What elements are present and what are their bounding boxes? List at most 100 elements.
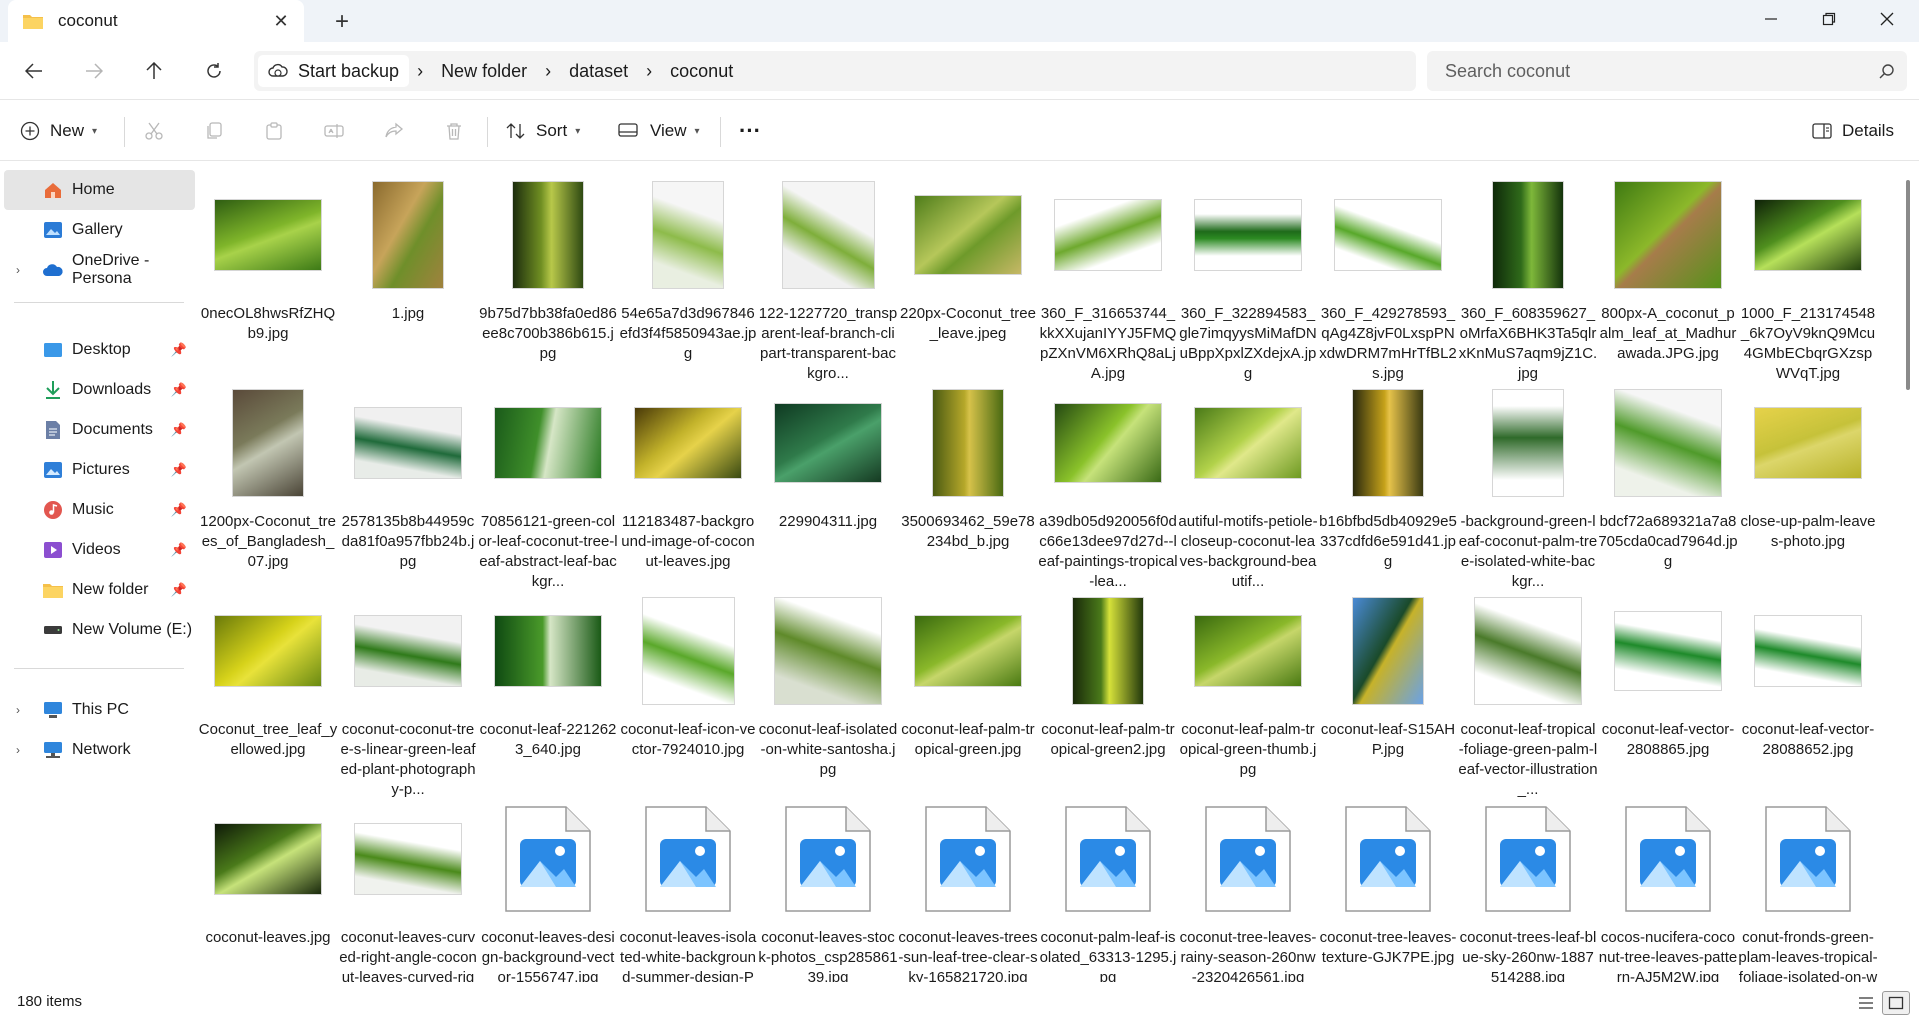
file-item[interactable]: Coconut_tree_leaf_yellowed.jpg [198,592,338,800]
view-button[interactable]: View ▾ [618,111,700,151]
file-item[interactable]: coconut-trees-leaf-blue-sky-260nw-188751… [1458,800,1598,982]
sidebar-item-music[interactable]: Music 📌 [4,490,195,530]
file-item[interactable]: coconut-leaf-vector-2808865.jpg [1598,592,1738,800]
file-item[interactable]: 1.jpg [338,176,478,384]
file-item[interactable]: 360_F_608359627_oMrfaX6BHK3Ta5qlrxKnMuS7… [1458,176,1598,384]
file-item[interactable]: -background-green-leaf-coconut-palm-tree… [1458,384,1598,592]
copy-button[interactable] [194,111,234,151]
pin-icon[interactable]: 📌 [171,462,187,478]
refresh-button[interactable] [194,52,234,90]
file-item[interactable]: coconut-leaf-palm-tropical-green-thumb.j… [1178,592,1318,800]
file-item[interactable]: 1200px-Coconut_trees_of_Bangladesh_07.jp… [198,384,338,592]
file-item[interactable]: 229904311.jpg [758,384,898,592]
pin-icon[interactable]: 📌 [171,502,187,518]
sidebar-item-network[interactable]: › Network [4,730,195,770]
file-item[interactable]: 1000_F_213174548_6k7OyV9knQ9Mcu4GMbECbqr… [1738,176,1878,384]
file-item[interactable]: coconut-tree-leaves-texture-GJK7PE.jpg [1318,800,1458,982]
file-item[interactable]: 2578135b8b44959cda81f0a957fbb24b.jpg [338,384,478,592]
details-view-button[interactable] [1852,991,1880,1015]
file-item[interactable]: coconut-leaf-icon-vector-7924010.jpg [618,592,758,800]
chevron-right-icon[interactable]: › [16,263,20,277]
minimize-button[interactable] [1742,0,1800,38]
file-item[interactable]: 54e65a7d3d967846efd3f4f5850943ae.jpg [618,176,758,384]
sidebar-item-pictures[interactable]: Pictures 📌 [4,450,195,490]
file-item[interactable]: 9b75d7bb38fa0ed86ee8c700b386b615.jpg [478,176,618,384]
file-item[interactable]: autiful-motifs-petiole-closeup-coconut-l… [1178,384,1318,592]
breadcrumb-chevron-icon[interactable]: › [537,61,559,82]
rename-button[interactable] [314,111,354,151]
file-item[interactable]: coconut-leaves-stock-photos_csp28586139.… [758,800,898,982]
file-item[interactable]: 220px-Coconut_tree_leave.jpeg [898,176,1038,384]
sidebar-item-desktop[interactable]: Desktop 📌 [4,330,195,370]
tab-coconut[interactable]: coconut ✕ [8,0,304,42]
file-item[interactable]: coconut-leaf-tropical-foliage-green-palm… [1458,592,1598,800]
vertical-scrollbar[interactable] [1906,180,1910,390]
breadcrumb-new-folder[interactable]: New folder [431,61,537,82]
file-item[interactable]: 70856121-green-color-leaf-coconut-tree-l… [478,384,618,592]
sidebar-item-gallery[interactable]: Gallery [4,210,195,250]
restore-button[interactable] [1800,0,1858,38]
file-item[interactable]: coconut-leaf-S15AHP.jpg [1318,592,1458,800]
address-bar[interactable]: Start backup › New folder › dataset › co… [254,51,1416,91]
pin-icon[interactable]: 📌 [171,582,187,598]
file-item[interactable]: coconut-palm-leaf-isolated_63313-1295.jp… [1038,800,1178,982]
file-item[interactable]: 360_F_429278593_qAg4Z8jvF0LxspPNxdwDRM7m… [1318,176,1458,384]
share-button[interactable] [374,111,414,151]
delete-button[interactable] [434,111,474,151]
sidebar-item-home[interactable]: Home [4,170,195,210]
file-item[interactable]: bdcf72a689321a7a8705cda0cad7964d.jpg [1598,384,1738,592]
breadcrumb-chevron-icon[interactable]: › [638,61,660,82]
file-item[interactable]: coconut-leaf-2212623_640.jpg [478,592,618,800]
chevron-right-icon[interactable]: › [16,703,20,717]
file-item[interactable]: coconut-leaves-curved-right-angle-coconu… [338,800,478,982]
file-item[interactable]: b16bfbd5db40929e5337cdfd6e591d41.jpg [1318,384,1458,592]
file-item[interactable]: coconut-leaves-design-background-vector-… [478,800,618,982]
file-item[interactable]: coconut-tree-leaves-rainy-season-260nw-2… [1178,800,1318,982]
breadcrumb-chevron-icon[interactable]: › [409,61,431,82]
file-item[interactable]: 800px-A_coconut_palm_leaf_at_Madhurawada… [1598,176,1738,384]
pin-icon[interactable]: 📌 [171,342,187,358]
breadcrumb-dataset[interactable]: dataset [559,61,638,82]
search-icon[interactable] [1867,63,1907,79]
large-icons-view-button[interactable] [1882,991,1910,1015]
file-item[interactable]: coconut-coconut-tree-s-linear-green-leaf… [338,592,478,800]
new-tab-button[interactable]: + [328,8,356,36]
pin-icon[interactable]: 📌 [171,422,187,438]
file-item[interactable]: coconut-leaf-isolated-on-white-santosha.… [758,592,898,800]
back-button[interactable] [14,52,54,90]
up-button[interactable] [134,52,174,90]
sidebar-item-documents[interactable]: Documents 📌 [4,410,195,450]
cut-button[interactable] [134,111,174,151]
breadcrumb-coconut[interactable]: coconut [660,61,743,82]
new-button[interactable]: New ▾ [20,111,97,151]
pin-icon[interactable]: 📌 [171,542,187,558]
sidebar-item-onedrive[interactable]: › OneDrive - Persona [4,250,195,290]
file-item[interactable]: coconut-leaf-palm-tropical-green.jpg [898,592,1038,800]
sidebar-item-new-volume[interactable]: New Volume (E:) [4,610,195,650]
chevron-right-icon[interactable]: › [16,743,20,757]
sidebar-item-downloads[interactable]: Downloads 📌 [4,370,195,410]
file-item[interactable]: 360_F_322894583_gle7imqyysMiMafDNuBppXpx… [1178,176,1318,384]
sidebar-item-videos[interactable]: Videos 📌 [4,530,195,570]
pin-icon[interactable]: 📌 [171,382,187,398]
file-item[interactable]: coconut-leaves-isolated-white-background… [618,800,758,982]
search-input[interactable] [1445,60,1867,82]
file-item[interactable]: conut-fronds-green-plam-leaves-tropical-… [1738,800,1878,982]
forward-button[interactable] [74,52,114,90]
file-item[interactable]: coconut-leaves.jpg [198,800,338,982]
file-item[interactable]: coconut-leaf-palm-tropical-green2.jpg [1038,592,1178,800]
file-item[interactable]: cocos-nucifera-coconut-tree-leaves-patte… [1598,800,1738,982]
tab-close-icon[interactable]: ✕ [264,4,298,38]
file-item[interactable]: 3500693462_59e78234bd_b.jpg [898,384,1038,592]
file-item[interactable]: a39db05d920056f0dc66e13dee97d27d--leaf-p… [1038,384,1178,592]
file-item[interactable]: coconut-leaf-vector-28088652.jpg [1738,592,1878,800]
sidebar-item-new-folder[interactable]: New folder 📌 [4,570,195,610]
start-backup-button[interactable]: Start backup [258,55,410,87]
file-item[interactable]: 112183487-background-image-of-coconut-le… [618,384,758,592]
details-button[interactable]: Details [1812,111,1894,151]
file-item[interactable]: close-up-palm-leaves-photo.jpg [1738,384,1878,592]
file-item[interactable]: 360_F_316653744_kkXXujanIYYJ5FMQpZXnVM6X… [1038,176,1178,384]
file-item[interactable]: coconut-leaves-trees-sun-leaf-tree-clear… [898,800,1038,982]
file-item[interactable]: 0necOL8hwsRfZHQb9.jpg [198,176,338,384]
more-options-button[interactable]: ··· [730,111,770,151]
